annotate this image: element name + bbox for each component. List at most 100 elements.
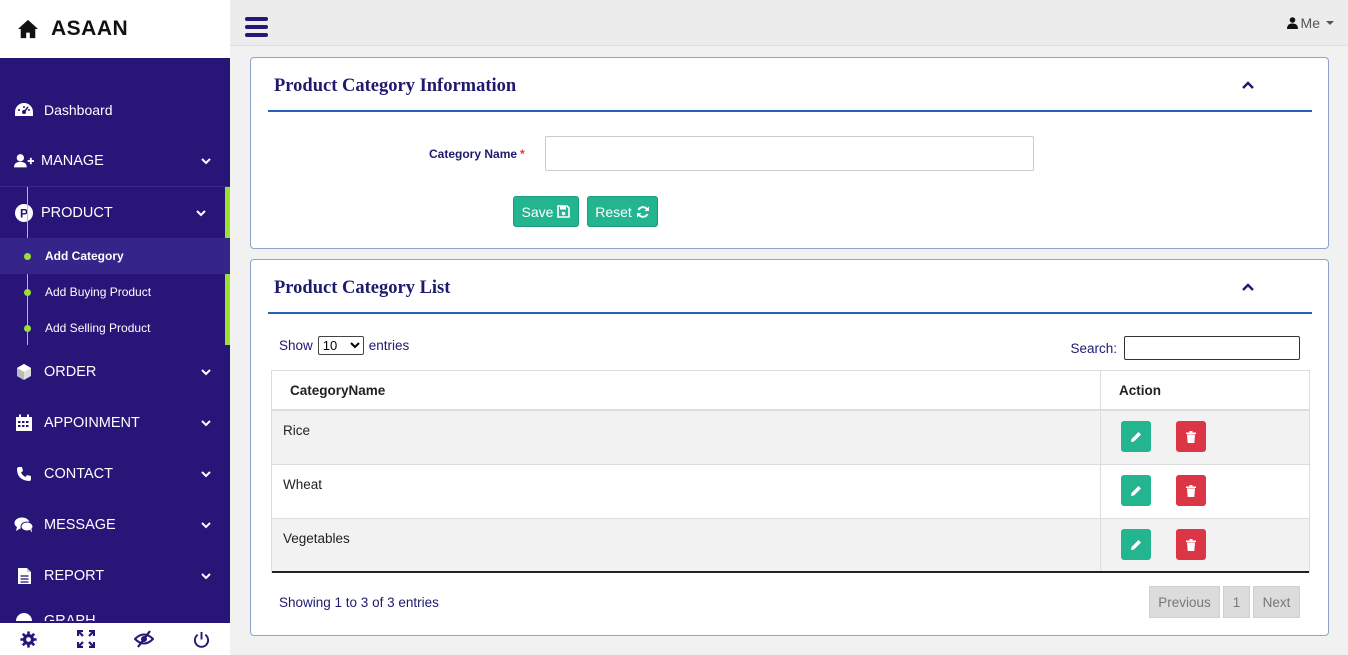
show-label: Show: [279, 338, 313, 353]
pencil-icon: [1131, 431, 1141, 442]
chevron-down-icon: [201, 419, 211, 426]
column-header-label: CategoryName: [290, 382, 386, 398]
action-cell: [1101, 411, 1309, 464]
category-name-label-text: Category Name: [429, 147, 518, 161]
sidebar-subitem-add-selling-product[interactable]: Add Selling Product: [0, 310, 230, 346]
delete-button[interactable]: [1176, 421, 1206, 452]
page-1-button[interactable]: 1: [1223, 586, 1250, 618]
table-row: Vegetables: [272, 519, 1309, 573]
sidebar-item-label: REPORT: [44, 567, 105, 584]
delete-button[interactable]: [1176, 475, 1206, 506]
reset-button-label: Reset: [595, 203, 632, 220]
gear-icon: [20, 630, 37, 648]
calendar-icon: [14, 413, 34, 433]
column-header-categoryname[interactable]: CategoryName: [272, 371, 1101, 409]
column-header-label: Action: [1119, 382, 1161, 398]
save-button-label: Save: [521, 203, 554, 220]
refresh-icon: [636, 205, 649, 218]
hide-button[interactable]: [115, 623, 173, 655]
chevron-up-icon[interactable]: [1241, 282, 1255, 292]
pencil-icon: [1131, 539, 1141, 550]
sidebar-item-appoinment[interactable]: APPOINMENT: [0, 397, 230, 448]
sidebar-item-label: MANAGE: [41, 152, 104, 169]
sidebar-subitem-add-buying-product[interactable]: Add Buying Product: [0, 274, 230, 310]
table-search: Search:: [1070, 336, 1300, 360]
floppy-disk-icon: [557, 205, 571, 218]
page-length-control: Show 102550100 entries: [279, 336, 409, 355]
previous-page-button[interactable]: Previous: [1149, 586, 1220, 618]
sidebar-subitem-add-category[interactable]: Add Category: [0, 238, 230, 274]
chevron-down-icon: [201, 521, 211, 528]
user-icon: [1286, 17, 1298, 29]
sidebar-item-order[interactable]: ORDER: [0, 346, 230, 397]
chevron-down-icon: [201, 368, 211, 375]
sidebar-item-dashboard[interactable]: Dashboard: [0, 84, 230, 135]
fullscreen-button[interactable]: [58, 623, 116, 655]
category-name-cell: Vegetables: [272, 519, 1101, 571]
category-list-card: Product Category List Show 102550100 ent…: [250, 259, 1329, 636]
user-plus-icon: [14, 151, 34, 171]
reset-button[interactable]: Reset: [587, 196, 658, 227]
brand-name: ASAAN: [51, 17, 129, 40]
brand[interactable]: ASAAN: [0, 0, 230, 58]
category-name-input[interactable]: [545, 136, 1034, 171]
settings-button[interactable]: [0, 623, 58, 655]
pencil-icon: [1131, 485, 1141, 496]
card-title: Product Category List: [274, 278, 451, 298]
sidebar-item-product[interactable]: P PRODUCT: [0, 187, 230, 238]
card-header: Product Category List: [268, 260, 1312, 314]
next-page-button[interactable]: Next: [1253, 586, 1300, 618]
table-header: CategoryName Action: [272, 370, 1309, 411]
search-input[interactable]: [1124, 336, 1300, 360]
user-menu[interactable]: Me: [1286, 15, 1334, 31]
sidebar-item-label: GRAPH: [44, 613, 96, 621]
category-form-card: Product Category Information Category Na…: [250, 57, 1329, 249]
sidebar-subitem-label: Add Category: [45, 249, 124, 263]
entries-label: entries: [368, 338, 410, 353]
sidebar-nav: Dashboard MANAGE P PRODUCT Add Category …: [0, 84, 230, 621]
sidebar: ASAAN Dashboard MANAGE P PRODUCT Add Cat…: [0, 0, 230, 655]
category-name-cell: Wheat: [272, 465, 1101, 518]
card-title: Product Category Information: [274, 76, 517, 96]
required-mark: *: [520, 147, 525, 161]
chat-icon: [14, 515, 34, 535]
hamburger-bar: [245, 25, 268, 29]
card-header: Product Category Information: [268, 58, 1312, 112]
trash-icon: [1186, 430, 1196, 443]
sidebar-subitem-label: Add Buying Product: [45, 285, 152, 299]
product-submenu: Add Category Add Buying Product Add Sell…: [0, 187, 230, 346]
chevron-down-icon: [201, 470, 211, 477]
edit-button[interactable]: [1121, 475, 1151, 506]
category-table: CategoryName Action Rice Wheat Vegetable…: [271, 370, 1310, 573]
sidebar-item-manage[interactable]: MANAGE: [0, 135, 230, 186]
action-cell: [1101, 519, 1309, 571]
pagination: Previous 1 Next: [1146, 586, 1300, 618]
category-name-cell: Rice: [272, 411, 1101, 464]
sidebar-item-label: CONTACT: [44, 465, 114, 482]
file-text-icon: [14, 566, 34, 586]
logout-button[interactable]: [173, 623, 231, 655]
sidebar-item-contact[interactable]: CONTACT: [0, 448, 230, 499]
hamburger-bar: [245, 33, 268, 37]
sidebar-item-message[interactable]: MESSAGE: [0, 499, 230, 550]
topbar: Me: [230, 0, 1348, 46]
bullet-dot: [24, 324, 31, 332]
chevron-up-icon[interactable]: [1241, 80, 1255, 90]
sidebar-item-report[interactable]: REPORT: [0, 550, 230, 601]
table-info: Showing 1 to 3 of 3 entries: [279, 595, 439, 610]
chevron-down-icon: [201, 572, 211, 579]
phone-icon: [14, 464, 34, 484]
product-p-icon: P: [14, 203, 34, 223]
sidebar-item-graph[interactable]: GRAPH: [0, 601, 230, 621]
sidebar-item-label: APPOINMENT: [44, 414, 140, 431]
save-button[interactable]: Save: [513, 196, 579, 227]
edit-button[interactable]: [1121, 421, 1151, 452]
delete-button[interactable]: [1176, 529, 1206, 560]
product-group: P PRODUCT Add Category Add Buying Produc…: [0, 186, 230, 346]
table-row: Rice: [272, 411, 1309, 465]
caret-down-icon: [1326, 21, 1334, 25]
trash-icon: [1186, 538, 1196, 551]
page-length-select[interactable]: 102550100: [317, 336, 364, 355]
menu-toggle-button[interactable]: [245, 17, 268, 37]
edit-button[interactable]: [1121, 529, 1151, 560]
